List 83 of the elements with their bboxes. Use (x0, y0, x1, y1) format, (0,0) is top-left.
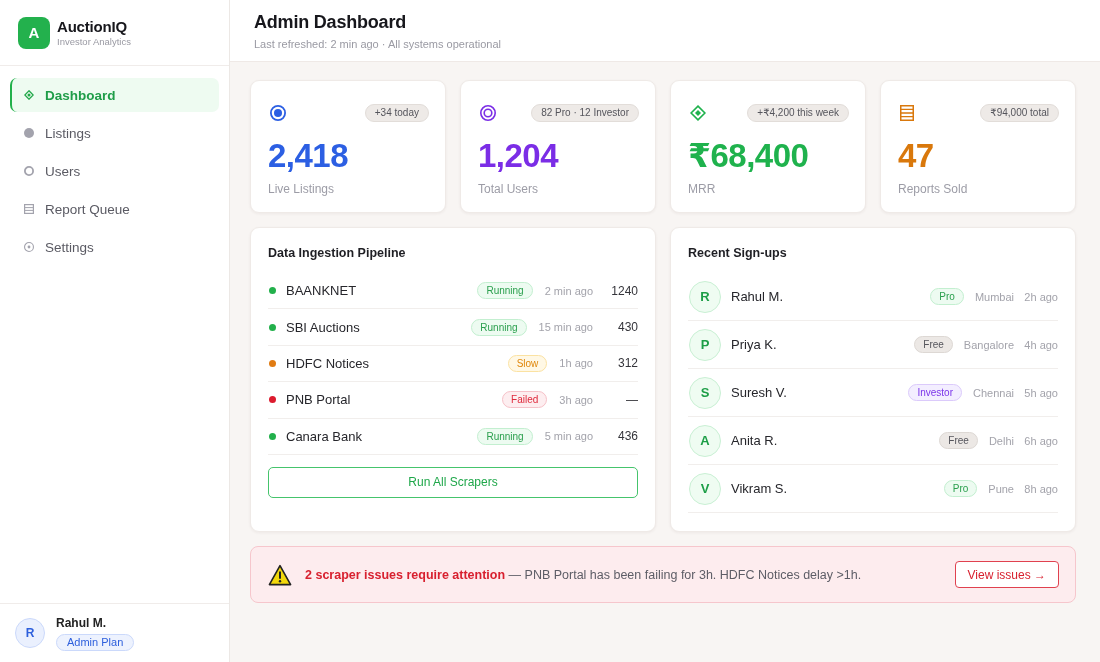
user-avatar: R (15, 618, 45, 648)
target-icon (270, 105, 286, 121)
user-name: Suresh V. (731, 385, 787, 400)
sync-time: 15 min ago (538, 321, 593, 334)
plan-badge: Free (914, 336, 953, 353)
stat-value: 1,204 (478, 138, 559, 174)
status-badge: Running (477, 282, 533, 300)
brand-name: AuctionIQ (57, 17, 127, 36)
user-avatar: R (689, 280, 721, 313)
user-city: Delhi (988, 434, 1014, 447)
status-badge: Running (477, 427, 533, 445)
user-city: Pune (988, 482, 1014, 495)
status-badge: Running (471, 318, 527, 336)
nav-item[interactable]: Settings (10, 230, 219, 264)
stat-badge: ₹94,000 total (980, 104, 1059, 122)
user-avatar: A (689, 424, 721, 457)
signup-time: 4h ago (1023, 338, 1058, 351)
status-badge: Slow (507, 354, 548, 372)
dot-icon (24, 128, 34, 138)
user-name: Anita R. (731, 433, 778, 448)
stat-label: MRR (688, 182, 716, 196)
page-title: Admin Dashboard (254, 10, 406, 33)
status-badge: Failed (502, 391, 548, 409)
user-city: Mumbai (974, 290, 1014, 303)
source-name: PNB Portal (286, 392, 351, 408)
panel-title: Recent Sign-ups (688, 245, 787, 261)
user-city: Bangalore (963, 338, 1014, 351)
plan-badge: Free (939, 432, 978, 449)
plan-badge: Admin Plan (56, 633, 135, 651)
sync-time: 3h ago (559, 393, 593, 406)
user-avatar: S (689, 376, 721, 409)
stat-badge: +34 today (364, 104, 429, 122)
plan-badge: Pro (943, 480, 978, 497)
record-count: 1240 (610, 283, 638, 298)
stat-badge: 82 Pro · 12 Investor (531, 104, 639, 122)
logo: A (18, 16, 50, 49)
list-icon (24, 204, 34, 214)
source-name: BAANKNET (286, 283, 357, 299)
ring-icon (24, 166, 34, 176)
sync-time: 1h ago (559, 357, 593, 370)
source-name: SBI Auctions (286, 319, 360, 335)
stat-value: ₹68,400 (688, 138, 809, 174)
signup-time: 8h ago (1023, 482, 1058, 495)
stat-label: Reports Sold (898, 182, 968, 196)
list-icon (900, 105, 914, 121)
sync-time: 5 min ago (544, 430, 593, 443)
stat-value: 2,418 (268, 138, 349, 174)
panel-title: Data Ingestion Pipeline (268, 245, 406, 261)
user-city: Chennai (973, 386, 1014, 399)
signup-time: 5h ago (1023, 386, 1058, 399)
plan-badge: Pro (930, 288, 964, 305)
user-avatar: V (689, 472, 721, 505)
warning-icon (268, 563, 292, 586)
diamond-icon (690, 105, 706, 121)
sync-time: 2 min ago (544, 284, 593, 297)
stat-label: Live Listings (268, 182, 335, 196)
user-name: Priya K. (731, 337, 777, 352)
user-name: Vikram S. (731, 481, 788, 496)
record-count: 436 (616, 429, 638, 444)
diamond-icon (24, 90, 34, 100)
nav-item[interactable]: Report Queue (10, 192, 219, 226)
page-subtitle: Last refreshed: 2 min ago · All systems operational (254, 36, 501, 51)
nav-item[interactable]: Users (10, 154, 219, 188)
source-name: HDFC Notices (286, 355, 370, 371)
record-count: — (625, 392, 638, 407)
plan-badge: Investor (908, 384, 962, 401)
view-issues-button[interactable]: View issues → (954, 561, 1059, 588)
user-avatar: P (689, 328, 721, 361)
stat-label: Total Users (478, 182, 539, 196)
record-count: 430 (616, 320, 638, 335)
record-count: 312 (616, 356, 638, 371)
stat-badge: +₹4,200 this week (747, 104, 849, 122)
brand-tagline: Investor Analytics (57, 35, 131, 48)
user-name: Rahul M. (56, 615, 106, 631)
stat-value: 47 (898, 138, 934, 174)
source-name: Canara Bank (286, 428, 362, 444)
concentric-rings-icon (480, 105, 496, 121)
signup-time: 2h ago (1023, 290, 1058, 303)
signup-time: 6h ago (1023, 434, 1058, 447)
user-name: Rahul M. (731, 289, 784, 304)
alert-message: 2 scraper issues require attention — PNB Portal has been failing for 3h. HDFC Notices delay >1h. (305, 566, 863, 583)
circle-dot-icon (24, 242, 34, 252)
nav-item[interactable]: Listings (10, 116, 219, 150)
